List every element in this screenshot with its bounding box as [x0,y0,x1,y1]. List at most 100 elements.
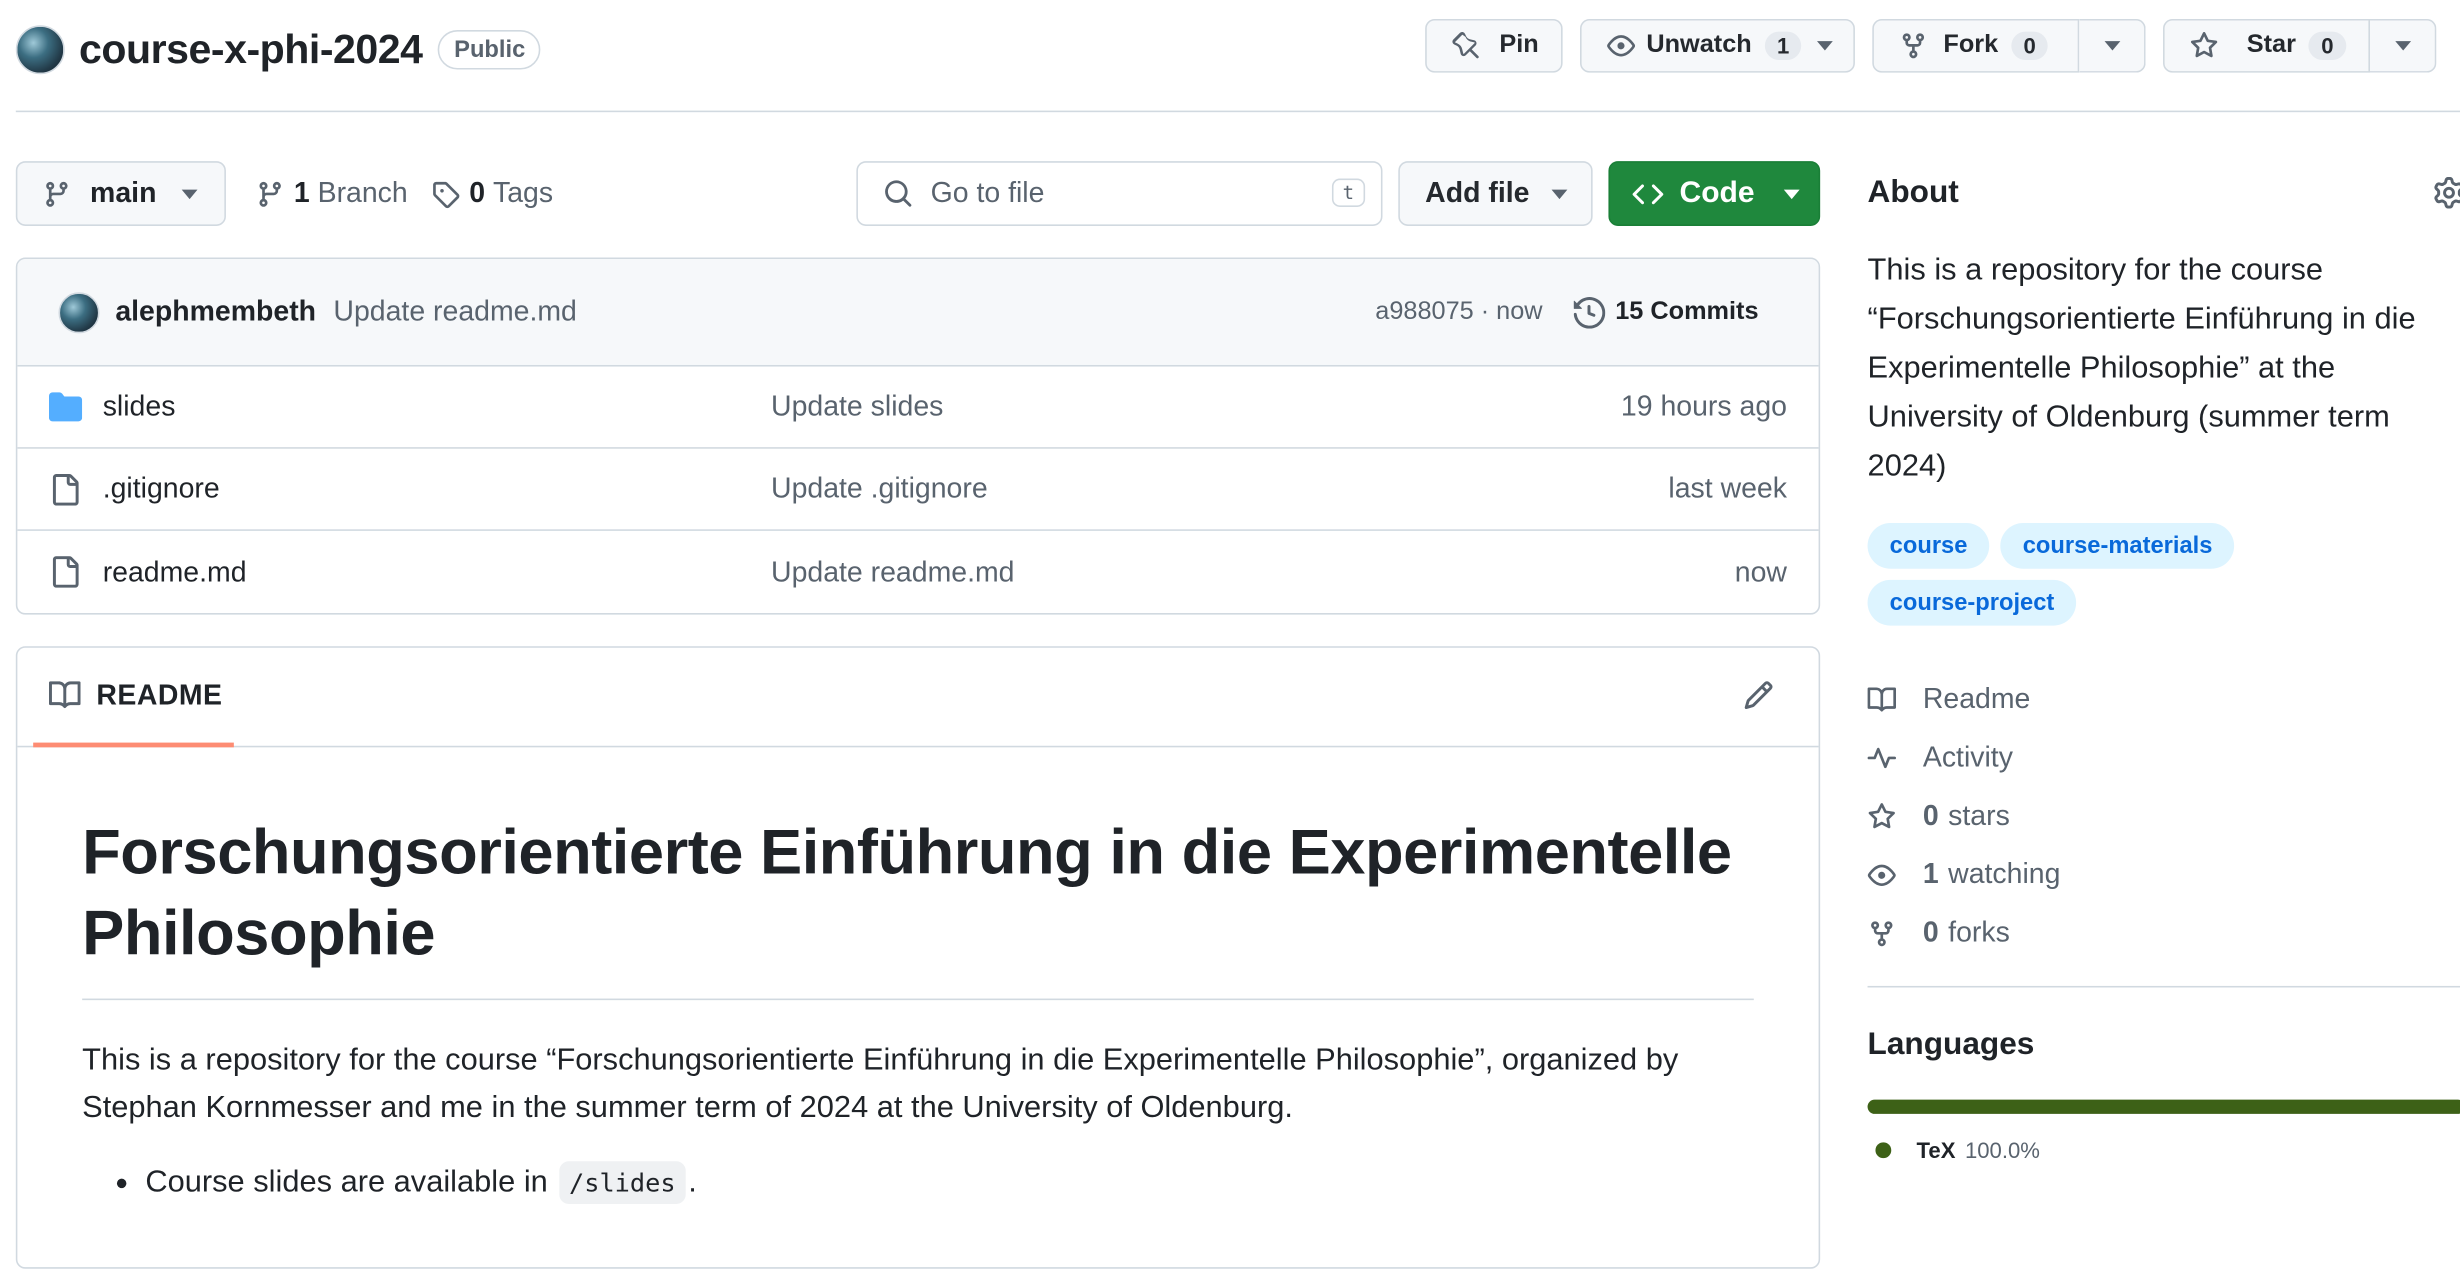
author-avatar[interactable] [58,291,100,333]
latest-commit-bar: alephmembeth Update readme.md a988075 · … [17,259,1819,367]
sidebar-item-label: forks [1948,916,2010,948]
readme-paragraph: This is a repository for the course “For… [82,1042,1679,1125]
fork-dropdown-button[interactable] [2079,18,2146,73]
search-placeholder: Go to file [930,176,1045,209]
branch-name: main [90,176,157,209]
tag-icon [433,181,460,208]
chevron-down-icon [1551,188,1568,199]
topic-tag[interactable]: course-project [1867,579,2077,626]
file-name[interactable]: slides [103,390,176,423]
star-label: Star [2246,31,2296,59]
repo-header: course-x-phi-2024 Public Pin Unwatch 1 F… [15,18,2449,79]
sidebar-item-label: Readme [1922,682,2031,715]
sidebar-item-activity[interactable]: Activity [1867,728,2460,786]
file-commit-message[interactable]: Update readme.md [771,555,1014,588]
commit-author[interactable]: alephmembeth [115,295,316,328]
language-item[interactable]: TeX 100.0% [1868,1138,2460,1163]
go-to-file-input[interactable]: Go to file t [856,161,1383,226]
shortcut-key: t [1331,178,1366,207]
star-button[interactable]: Star 0 [2163,18,2370,73]
file-commit-message[interactable]: Update slides [771,390,943,423]
code-label: Code [1679,176,1755,210]
branch-icon [46,181,68,206]
branch-count: 1 [293,176,310,209]
file-row-readme[interactable]: readme.md Update readme.md now [17,531,1818,613]
sidebar-item-watching[interactable]: 1 watching [1867,845,2460,903]
fork-button[interactable]: Fork 0 [1872,18,2080,73]
fork-count: 0 [2010,31,2049,61]
search-icon [885,180,912,207]
pulse-icon [1867,746,1896,768]
unwatch-button[interactable]: Unwatch 1 [1580,18,1855,73]
eye-icon [1867,863,1896,886]
about-links: Readme Activity 0 stars 1 watching 0 for… [1867,670,2460,962]
file-toolbar: main 1 Branch 0 Tags Go to file t Add fi… [15,161,1821,226]
pin-icon [1452,31,1479,59]
sidebar-item-label: Activity [1922,741,2013,773]
inline-code: /slides [559,1161,686,1204]
file-icon [52,556,79,588]
branches-link[interactable]: 1 Branch [256,177,408,210]
file-listing: alephmembeth Update readme.md a988075 · … [15,257,1821,615]
sidebar-item-label: stars [1948,799,2010,832]
forks-count: 0 [1922,916,1939,948]
fork-icon [1902,33,1925,59]
watch-count: 1 [1764,31,1802,61]
branch-selector[interactable]: main [15,161,226,226]
sidebar-item-readme[interactable]: Readme [1867,670,2460,728]
star-dropdown-button[interactable] [2370,18,2437,73]
commits-link[interactable]: 15 Commits [1574,297,1759,329]
sidebar-item-stars[interactable]: 0 stars [1868,787,2460,845]
file-row-gitignore[interactable]: .gitignore Update .gitignore last week [17,449,1819,531]
owner-avatar[interactable] [15,24,65,74]
commit-sha-time[interactable]: a988075 · now [1375,299,1542,327]
about-description: This is a repository for the course “For… [1867,252,2416,484]
topic-tag[interactable]: course [1867,522,1990,569]
bullet-suffix: . [688,1164,697,1200]
file-commit-time: 19 hours ago [1620,390,1787,422]
chevron-down-icon [2103,41,2120,51]
star-count: 0 [2308,31,2347,61]
branch-label: Branch [317,176,408,209]
book-icon [48,681,81,709]
visibility-badge: Public [438,29,542,69]
fork-group: Fork 0 [1872,18,2146,73]
file-row-slides[interactable]: slides Update slides 19 hours ago [17,367,1819,449]
readme-content: Forschungsorientierte Einführung in die … [17,747,1818,1204]
pin-button[interactable]: Pin [1425,18,1563,73]
file-commit-message[interactable]: Update .gitignore [771,472,988,505]
stars-count: 0 [1922,799,1939,832]
language-bar [1867,1099,2460,1114]
add-file-button[interactable]: Add file [1398,161,1593,226]
commits-label: 15 Commits [1615,298,1759,326]
file-name[interactable]: readme.md [103,555,247,588]
code-button[interactable]: Code [1608,161,1821,226]
file-icon [52,474,79,506]
chevron-down-icon [181,188,198,199]
chevron-down-icon [1783,188,1799,199]
tab-readme[interactable]: README [33,648,234,748]
readme-tabbar: README [17,648,1819,748]
commit-message[interactable]: Update readme.md [333,295,576,328]
add-file-label: Add file [1425,176,1530,209]
tag-label: Tags [492,176,554,209]
file-commit-time: last week [1668,472,1787,505]
file-commit-time: now [1734,555,1787,587]
readme-list: Course slides are available in /slides. [82,1161,1754,1204]
code-icon [1632,183,1664,204]
sidebar-item-label: watching [1948,857,2061,890]
about-heading: About [1867,175,1959,211]
sidebar-item-forks[interactable]: 0 forks [1868,904,2460,962]
file-name[interactable]: .gitignore [103,472,220,505]
repo-name[interactable]: course-x-phi-2024 [79,24,423,73]
readme-title: Forschungsorientierte Einführung in die … [82,814,1754,1001]
fork-label: Fork [1943,31,1999,59]
pencil-icon[interactable] [1743,679,1775,711]
chevron-down-icon [2394,41,2411,51]
topic-list: course course-materials course-project [1867,522,2389,626]
tags-link[interactable]: 0 Tags [431,177,553,210]
eye-icon [1607,35,1636,57]
gear-icon[interactable] [2433,176,2460,209]
topic-tag[interactable]: course-materials [2000,522,2235,569]
commit-meta: a988075 · now 15 Commits [1375,259,1759,366]
